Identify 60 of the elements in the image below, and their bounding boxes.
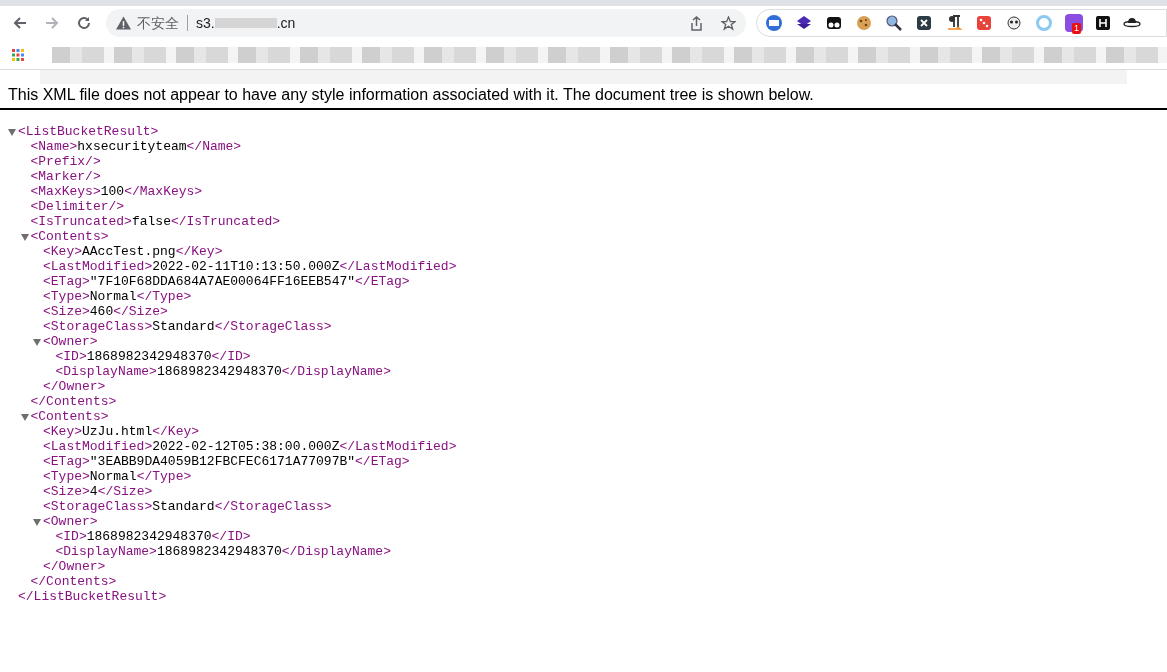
collapse-triangle-icon[interactable]: [33, 517, 41, 526]
collapse-triangle-icon[interactable]: [8, 127, 16, 136]
extension-icon[interactable]: [1095, 15, 1111, 31]
notification-badge: 1: [1072, 23, 1081, 34]
collapse-triangle-icon[interactable]: [33, 337, 41, 346]
panda-icon[interactable]: [1005, 14, 1023, 32]
xml-line: <Contents>: [30, 229, 109, 244]
url-text: .cn: [276, 13, 296, 33]
dice-icon[interactable]: [975, 14, 993, 32]
xml-line: <Marker/>: [30, 169, 101, 184]
xml-line: <ETag>"7F10F68DDA684A7AE00064FF16EEB547"</ETag>: [43, 274, 410, 289]
xml-line: <Key>AAccTest.png</Key>: [43, 244, 223, 259]
reload-icon[interactable]: [76, 15, 92, 31]
extension-icon[interactable]: [825, 14, 843, 32]
star-icon[interactable]: [721, 15, 736, 31]
redacted-block: [214, 18, 277, 28]
cookie-icon[interactable]: [855, 14, 873, 32]
xml-notice: This XML file does not appear to have any style information associated with it. The document tree is shown below.: [8, 86, 815, 104]
xml-line: <ID>1868982342948370</ID>: [55, 349, 251, 364]
share-icon[interactable]: [690, 15, 703, 31]
xml-line: <MaxKeys>100</MaxKeys>: [30, 184, 203, 199]
back-icon[interactable]: [12, 15, 28, 31]
xml-line: <ID>1868982342948370</ID>: [55, 529, 251, 544]
apps-grid-icon[interactable]: [12, 48, 24, 61]
url-text: s3.: [196, 13, 215, 33]
xml-line: <Owner>: [43, 514, 98, 529]
layers-icon[interactable]: [795, 14, 813, 32]
xml-line: </Owner>: [43, 559, 106, 574]
xml-line: <Type>Normal</Type>: [43, 289, 192, 304]
xml-line: <StorageClass>Standard</StorageClass>: [43, 499, 332, 514]
pilcrow-icon[interactable]: [945, 14, 963, 32]
xml-line: <ListBucketResult>: [18, 124, 159, 139]
xml-line: <Delimiter/>: [30, 199, 125, 214]
xml-line: <LastModified>2022-02-12T05:38:00.000Z</LastModified>: [43, 439, 457, 454]
xml-line: <Type>Normal</Type>: [43, 469, 192, 484]
xml-line: <Name>hxsecurityteam</Name>: [30, 139, 242, 154]
xml-line: <DisplayName>1868982342948370</DisplayName>: [55, 364, 391, 379]
xml-line: </Contents>: [30, 394, 117, 409]
xml-line: <Key>UzJu.html</Key>: [43, 424, 200, 439]
xml-line: <StorageClass>Standard</StorageClass>: [43, 319, 332, 334]
xml-line: <Contents>: [30, 409, 109, 424]
security-label: 不安全: [137, 13, 179, 33]
address-bar[interactable]: 不安全 s3. .cn: [106, 9, 746, 37]
xml-line: <LastModified>2022-02-11T10:13:50.000Z</LastModified>: [43, 259, 457, 274]
magnifier-icon[interactable]: [885, 14, 903, 32]
extension-icon[interactable]: [915, 14, 933, 32]
xml-line: <Owner>: [43, 334, 98, 349]
xml-line: <DisplayName>1868982342948370</DisplayName>: [55, 544, 391, 559]
xml-line: <Size>460</Size>: [43, 304, 168, 319]
xml-line: </Owner>: [43, 379, 106, 394]
collapse-triangle-icon[interactable]: [20, 232, 29, 241]
xml-line: <Prefix/>: [30, 154, 101, 169]
collapse-triangle-icon[interactable]: [20, 412, 29, 421]
warning-icon: [116, 16, 131, 30]
xml-line: </ListBucketResult>: [18, 589, 167, 604]
xml-line: </Contents>: [30, 574, 117, 589]
xml-line: <Size>4</Size>: [43, 484, 153, 499]
extension-icon[interactable]: 1: [1065, 14, 1083, 32]
xml-line: <IsTruncated>false</IsTruncated>: [30, 214, 281, 229]
xml-line: <ETag>"3EABB9DA4059B12FBCFEC6171A77097B"</ETag>: [43, 454, 410, 469]
